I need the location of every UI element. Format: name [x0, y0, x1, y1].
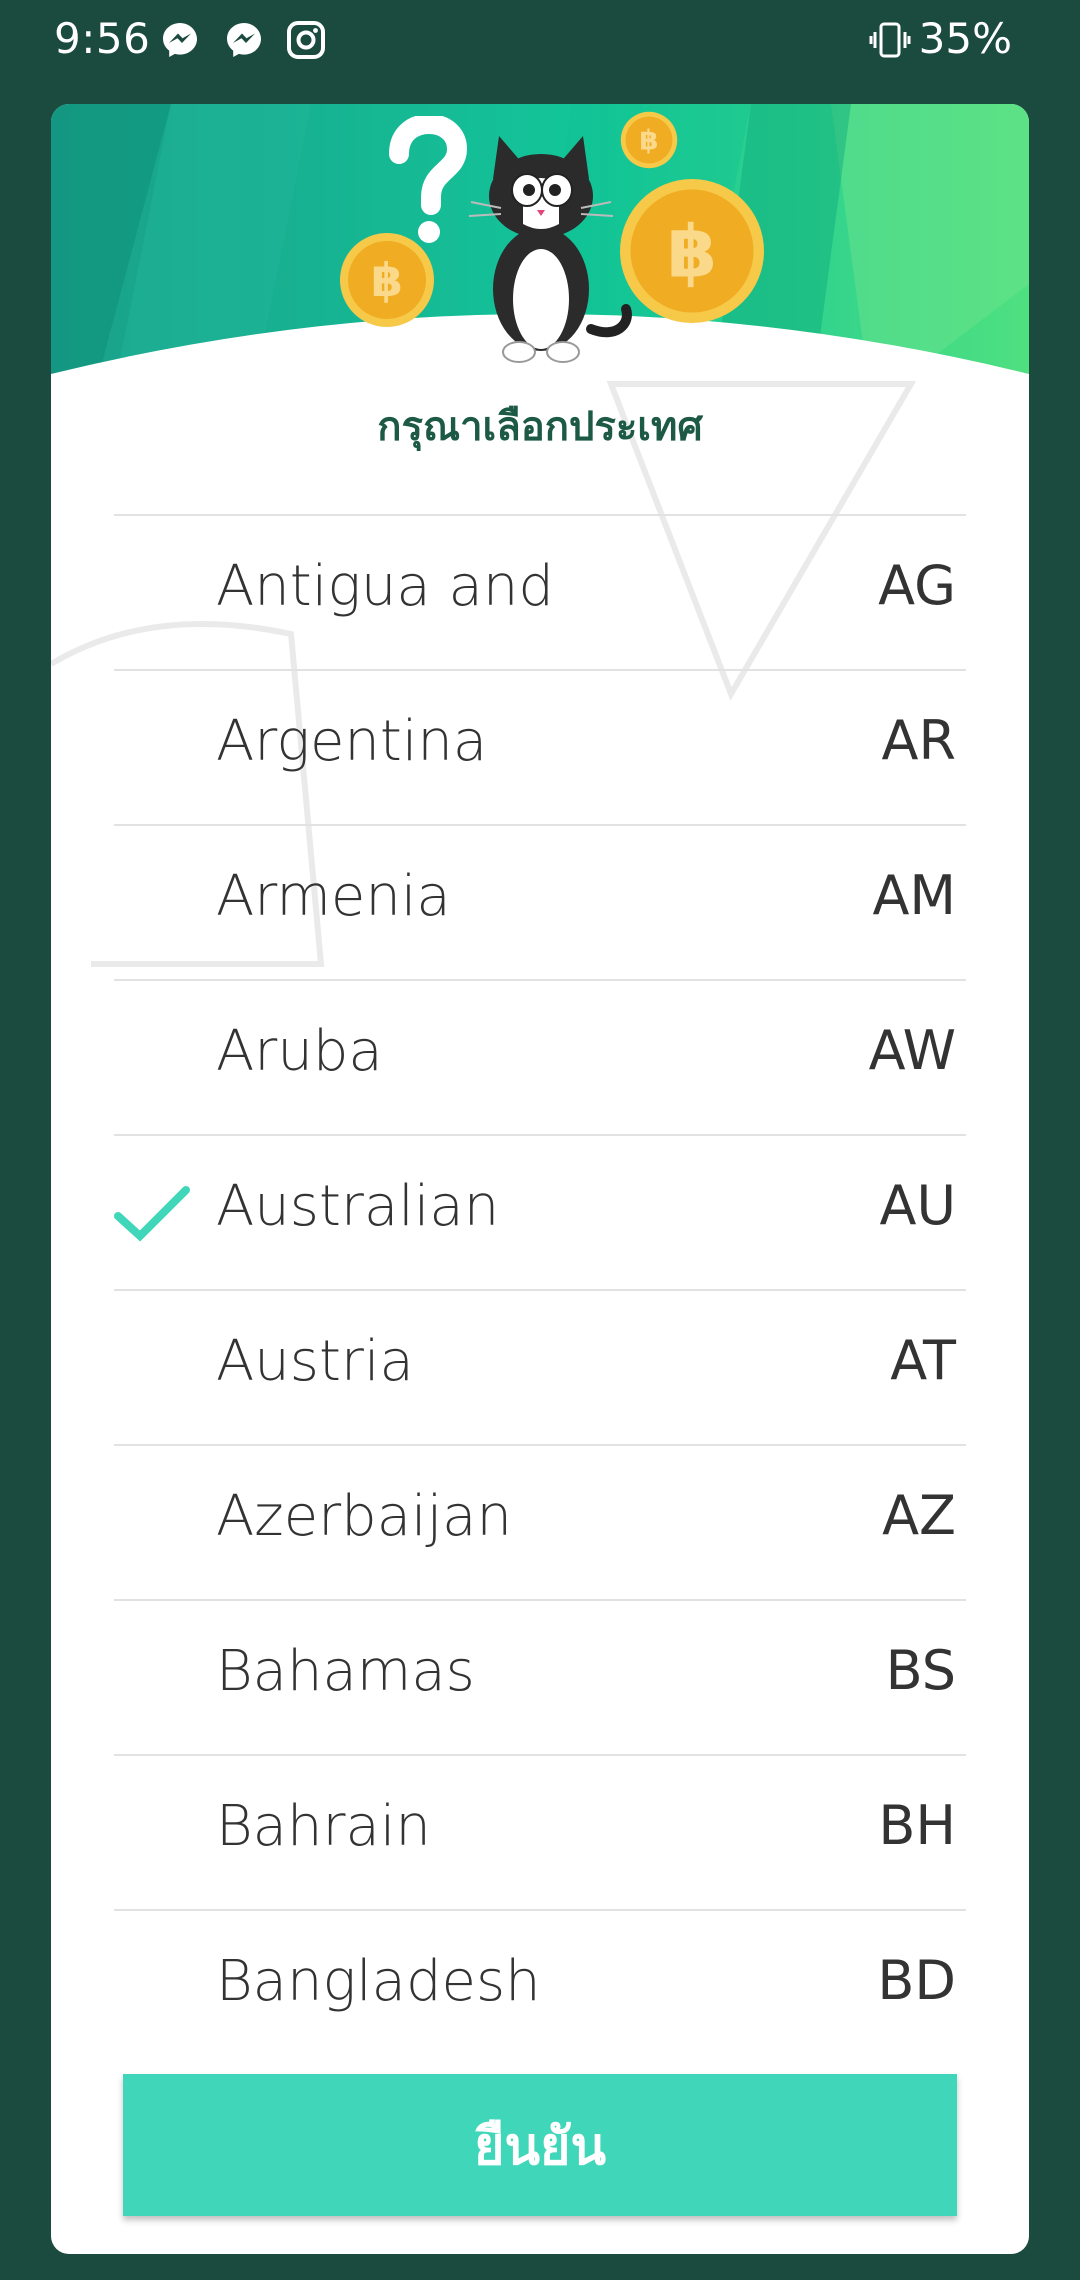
country-row[interactable]: Bahrain BH — [114, 1754, 966, 1909]
country-name: Australian — [216, 1174, 500, 1239]
country-row[interactable]: Antigua and AG — [114, 514, 966, 669]
country-row[interactable]: Australian AU — [114, 1134, 966, 1289]
country-row[interactable]: Azerbaijan AZ — [114, 1444, 966, 1599]
country-name: Argentina — [216, 709, 488, 774]
country-name: Bahamas — [216, 1639, 475, 1704]
cat-mascot — [468, 136, 632, 363]
country-code: BS — [885, 1639, 956, 1702]
svg-text:฿: ฿ — [667, 210, 717, 294]
country-row[interactable]: Aruba AW — [114, 979, 966, 1134]
country-code: AU — [879, 1174, 956, 1237]
country-code: BD — [877, 1949, 956, 2012]
svg-text:฿: ฿ — [639, 124, 658, 157]
country-name: Bahrain — [216, 1794, 431, 1859]
country-code: AM — [872, 864, 956, 927]
svg-text:฿: ฿ — [371, 253, 403, 307]
country-code: AG — [878, 554, 956, 617]
country-picker-dialog: ฿ ฿ ฿ กรุณาเลือกประเทศ Antigua and AG Arge… — [51, 104, 1029, 2254]
baht-coin-icon: ฿ — [340, 233, 434, 327]
country-list[interactable]: Antigua and AG Argentina AR Armenia AM Aruba AW… — [114, 514, 966, 2064]
country-name: Bangladesh — [216, 1949, 541, 2014]
country-row[interactable]: Bangladesh BD — [114, 1909, 966, 2064]
country-row[interactable]: Bahamas BS — [114, 1599, 966, 1754]
country-name: Armenia — [216, 864, 451, 929]
dialog-title: กรุณาเลือกประเทศ — [377, 404, 703, 450]
checkmark-icon — [114, 1186, 190, 1242]
status-bar: 9:56 35% — [0, 0, 1080, 80]
status-time: 9:56 — [54, 14, 151, 63]
country-code: AW — [868, 1019, 956, 1082]
country-row[interactable]: Argentina AR — [114, 669, 966, 824]
messenger-icon — [163, 23, 197, 57]
country-row[interactable]: Armenia AM — [114, 824, 966, 979]
country-code: BH — [878, 1794, 956, 1857]
country-name: Azerbaijan — [216, 1484, 512, 1549]
country-code: AT — [890, 1329, 956, 1392]
confirm-button[interactable]: ยืนยัน — [123, 2074, 957, 2216]
country-code: AR — [881, 709, 956, 772]
country-row[interactable]: Austria AT — [114, 1289, 966, 1444]
instagram-icon — [287, 21, 325, 59]
battery-level: 35% — [918, 14, 1012, 63]
country-name: Austria — [216, 1329, 414, 1394]
vibrate-icon — [869, 22, 911, 58]
country-name: Aruba — [216, 1019, 383, 1084]
country-name: Antigua and — [216, 554, 554, 619]
country-code: AZ — [882, 1484, 956, 1547]
question-mark-icon — [389, 116, 468, 243]
messenger-icon — [227, 23, 261, 57]
